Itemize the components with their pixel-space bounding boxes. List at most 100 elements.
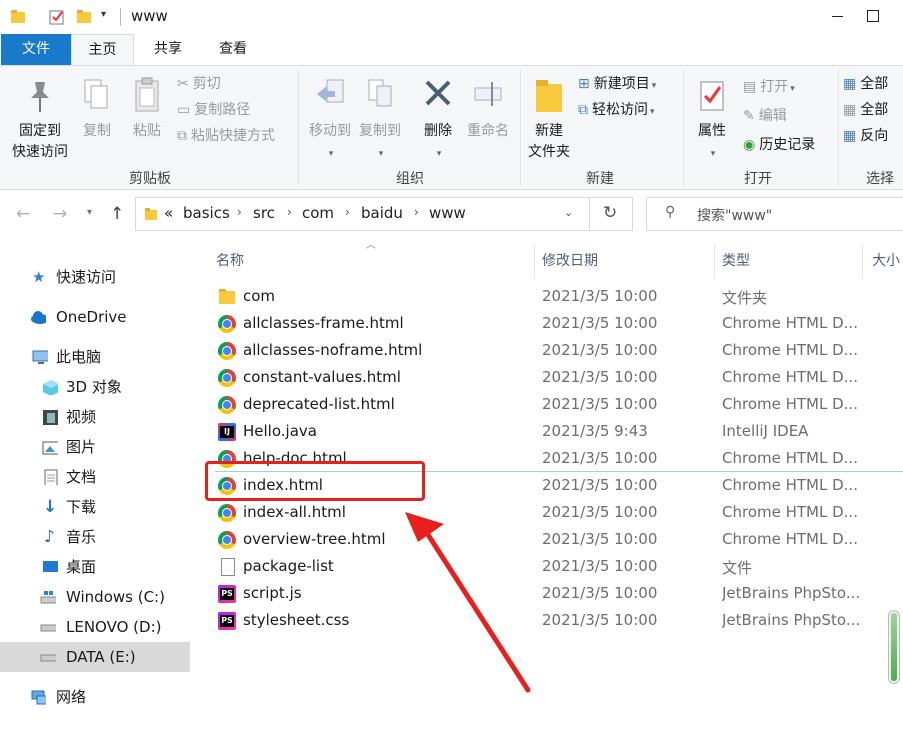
tab-share[interactable]: 共享 bbox=[138, 34, 198, 65]
breadcrumb-chevron-icon[interactable]: › bbox=[237, 205, 242, 219]
copy-path-button[interactable]: ▭ 复制路径 bbox=[177, 99, 250, 121]
invert-selection-button[interactable]: ▦ 反向 bbox=[843, 125, 888, 147]
tab-view[interactable]: 查看 bbox=[202, 34, 264, 65]
column-divider[interactable] bbox=[534, 244, 535, 278]
breadcrumb-com[interactable]: com bbox=[302, 204, 334, 222]
column-header-type[interactable]: 类型 bbox=[722, 250, 750, 270]
move-to-button[interactable]: 移动到 ▾ bbox=[304, 76, 356, 165]
column-divider[interactable] bbox=[714, 244, 715, 278]
new-folder-icon[interactable] bbox=[76, 8, 92, 24]
history-button[interactable]: ◉ 历史记录 bbox=[743, 134, 815, 156]
paste-shortcut-button[interactable]: ⧉ 粘贴快捷方式 bbox=[177, 125, 275, 147]
file-row[interactable]: allclasses-noframe.html 2021/3/5 10:00 Chr… bbox=[210, 337, 900, 364]
file-row[interactable]: stylesheet.css 2021/3/5 10:00 JetBrains Ph… bbox=[210, 607, 900, 634]
file-date: 2021/3/5 10:00 bbox=[542, 368, 658, 386]
tab-home[interactable]: 主页 bbox=[71, 34, 134, 66]
file-type: Chrome HTML D... bbox=[722, 368, 858, 386]
properties-button[interactable]: 属性 ▾ bbox=[690, 76, 734, 165]
minimize-button[interactable] bbox=[818, 0, 858, 34]
nav-3d-objects[interactable]: 3D 对象 bbox=[0, 372, 190, 402]
nav-drive-d[interactable]: LENOVO (D:) bbox=[0, 612, 190, 642]
address-history-chevron-icon[interactable]: ⌄ bbox=[564, 206, 573, 219]
breadcrumb-chevron-icon[interactable]: › bbox=[287, 205, 292, 219]
nav-network[interactable]: 网络 bbox=[0, 682, 190, 712]
file-date: 2021/3/5 10:00 bbox=[542, 584, 658, 602]
scissors-icon: ✂ bbox=[177, 76, 189, 92]
file-date: 2021/3/5 10:00 bbox=[542, 395, 658, 413]
folder-icon[interactable] bbox=[10, 8, 26, 24]
invert-selection-label: 反向 bbox=[860, 128, 889, 144]
nav-downloads[interactable]: ↓ 下载 bbox=[0, 492, 190, 522]
up-arrow-icon[interactable]: ↑ bbox=[110, 204, 124, 224]
nav-drive-c[interactable]: Windows (C:) bbox=[0, 582, 190, 612]
column-divider[interactable] bbox=[862, 244, 863, 278]
column-header-date[interactable]: 修改日期 bbox=[542, 250, 598, 270]
nav-music[interactable]: ♪ 音乐 bbox=[0, 522, 190, 552]
open-button[interactable]: ▤ 打开 ▾ bbox=[743, 76, 795, 98]
new-item-button[interactable]: ⊞ 新建项目 ▾ bbox=[578, 73, 656, 95]
search-box[interactable]: ⚲ 搜索"www" bbox=[646, 197, 903, 231]
easy-access-button[interactable]: ⧉ 轻松访问 ▾ bbox=[578, 99, 655, 121]
easy-access-label: 轻松访问 bbox=[592, 102, 648, 118]
nav-this-pc[interactable]: 此电脑 bbox=[0, 342, 190, 372]
vertical-scrollbar[interactable] bbox=[888, 610, 900, 684]
file-row[interactable]: Hello.java 2021/3/5 9:43 IntelliJ IDEA bbox=[210, 418, 900, 445]
breadcrumb-chevron-icon[interactable]: › bbox=[345, 205, 350, 219]
address-bar[interactable]: « basics › src › com › baidu › www ⌄ bbox=[135, 197, 590, 231]
pin-to-quick-access-button[interactable]: 固定到 快速访问 bbox=[8, 76, 72, 163]
recent-locations-chevron-icon[interactable]: ▾ bbox=[87, 207, 92, 218]
new-folder-button[interactable]: 新建 文件夹 bbox=[524, 76, 574, 163]
properties-check-icon[interactable] bbox=[48, 8, 66, 26]
nav-drive-e[interactable]: DATA (E:) bbox=[0, 642, 190, 672]
nav-pictures[interactable]: 图片 bbox=[0, 432, 190, 462]
forward-arrow-icon[interactable]: → bbox=[53, 204, 67, 224]
column-header-size[interactable]: 大小 bbox=[872, 250, 900, 270]
file-row[interactable]: com 2021/3/5 10:00 文件夹 bbox=[210, 283, 900, 310]
nav-quick-access[interactable]: ★ 快速访问 bbox=[0, 262, 190, 292]
refresh-icon: ↻ bbox=[603, 203, 618, 223]
file-row[interactable]: overview-tree.html 2021/3/5 10:00 Chrome H… bbox=[210, 526, 900, 553]
breadcrumb-src[interactable]: src bbox=[253, 204, 275, 222]
breadcrumb-overflow[interactable]: « bbox=[164, 204, 173, 222]
refresh-button[interactable]: ↻ bbox=[591, 197, 633, 231]
title-separator bbox=[120, 8, 121, 26]
file-row[interactable]: package-list 2021/3/5 10:00 文件 bbox=[210, 553, 900, 580]
file-type: JetBrains PhpSto... bbox=[722, 584, 861, 602]
column-header-name[interactable]: 名称 bbox=[216, 250, 244, 270]
select-none-button[interactable]: ▦ 全部 bbox=[843, 99, 888, 121]
nav-documents[interactable]: 文档 bbox=[0, 462, 190, 492]
back-arrow-icon[interactable]: ← bbox=[16, 204, 30, 224]
breadcrumb-www[interactable]: www bbox=[429, 204, 466, 222]
cut-button[interactable]: ✂ 剪切 bbox=[177, 73, 221, 95]
copy-button[interactable]: 复制 bbox=[76, 76, 118, 142]
copy-to-button[interactable]: 复制到 ▾ bbox=[354, 76, 406, 165]
edit-button[interactable]: ✎ 编辑 bbox=[743, 105, 787, 127]
file-row[interactable]: deprecated-list.html 2021/3/5 10:00 Chrome… bbox=[210, 391, 900, 418]
file-name: package-list bbox=[243, 557, 334, 575]
nav-desktop[interactable]: 桌面 bbox=[0, 552, 190, 582]
file-type: Chrome HTML D... bbox=[722, 314, 858, 332]
file-type: Chrome HTML D... bbox=[722, 530, 858, 548]
copy-to-dropdown-icon: ▾ bbox=[378, 149, 384, 159]
file-row[interactable]: script.js 2021/3/5 10:00 JetBrains PhpSto.… bbox=[210, 580, 900, 607]
nav-onedrive[interactable]: OneDrive bbox=[0, 302, 190, 332]
breadcrumb-basics[interactable]: basics bbox=[183, 204, 230, 222]
breadcrumb-chevron-icon[interactable]: › bbox=[414, 205, 419, 219]
drive-icon bbox=[40, 624, 56, 632]
select-all-button[interactable]: ▦ 全部 bbox=[843, 73, 888, 95]
file-row[interactable]: constant-values.html 2021/3/5 10:00 Chrome… bbox=[210, 364, 900, 391]
file-row[interactable]: allclasses-frame.html 2021/3/5 10:00 Chrom… bbox=[210, 310, 900, 337]
delete-button[interactable]: 删除 ▾ bbox=[418, 76, 458, 165]
maximize-button[interactable] bbox=[860, 0, 900, 34]
scrollbar-thumb[interactable] bbox=[891, 613, 897, 681]
file-date: 2021/3/5 9:43 bbox=[542, 422, 648, 440]
file-type: Chrome HTML D... bbox=[722, 341, 858, 359]
quick-access-dropdown-icon[interactable]: ▾ bbox=[101, 9, 106, 20]
file-row[interactable]: index-all.html 2021/3/5 10:00 Chrome HTML … bbox=[210, 499, 900, 526]
breadcrumb-baidu[interactable]: baidu bbox=[361, 204, 403, 222]
rename-button[interactable]: 重命名 bbox=[462, 76, 514, 142]
paste-button[interactable]: 粘贴 bbox=[126, 76, 168, 142]
nav-videos[interactable]: 视频 bbox=[0, 402, 190, 432]
tab-file[interactable]: 文件 bbox=[1, 34, 71, 65]
search-placeholder: 搜索"www" bbox=[697, 208, 773, 224]
